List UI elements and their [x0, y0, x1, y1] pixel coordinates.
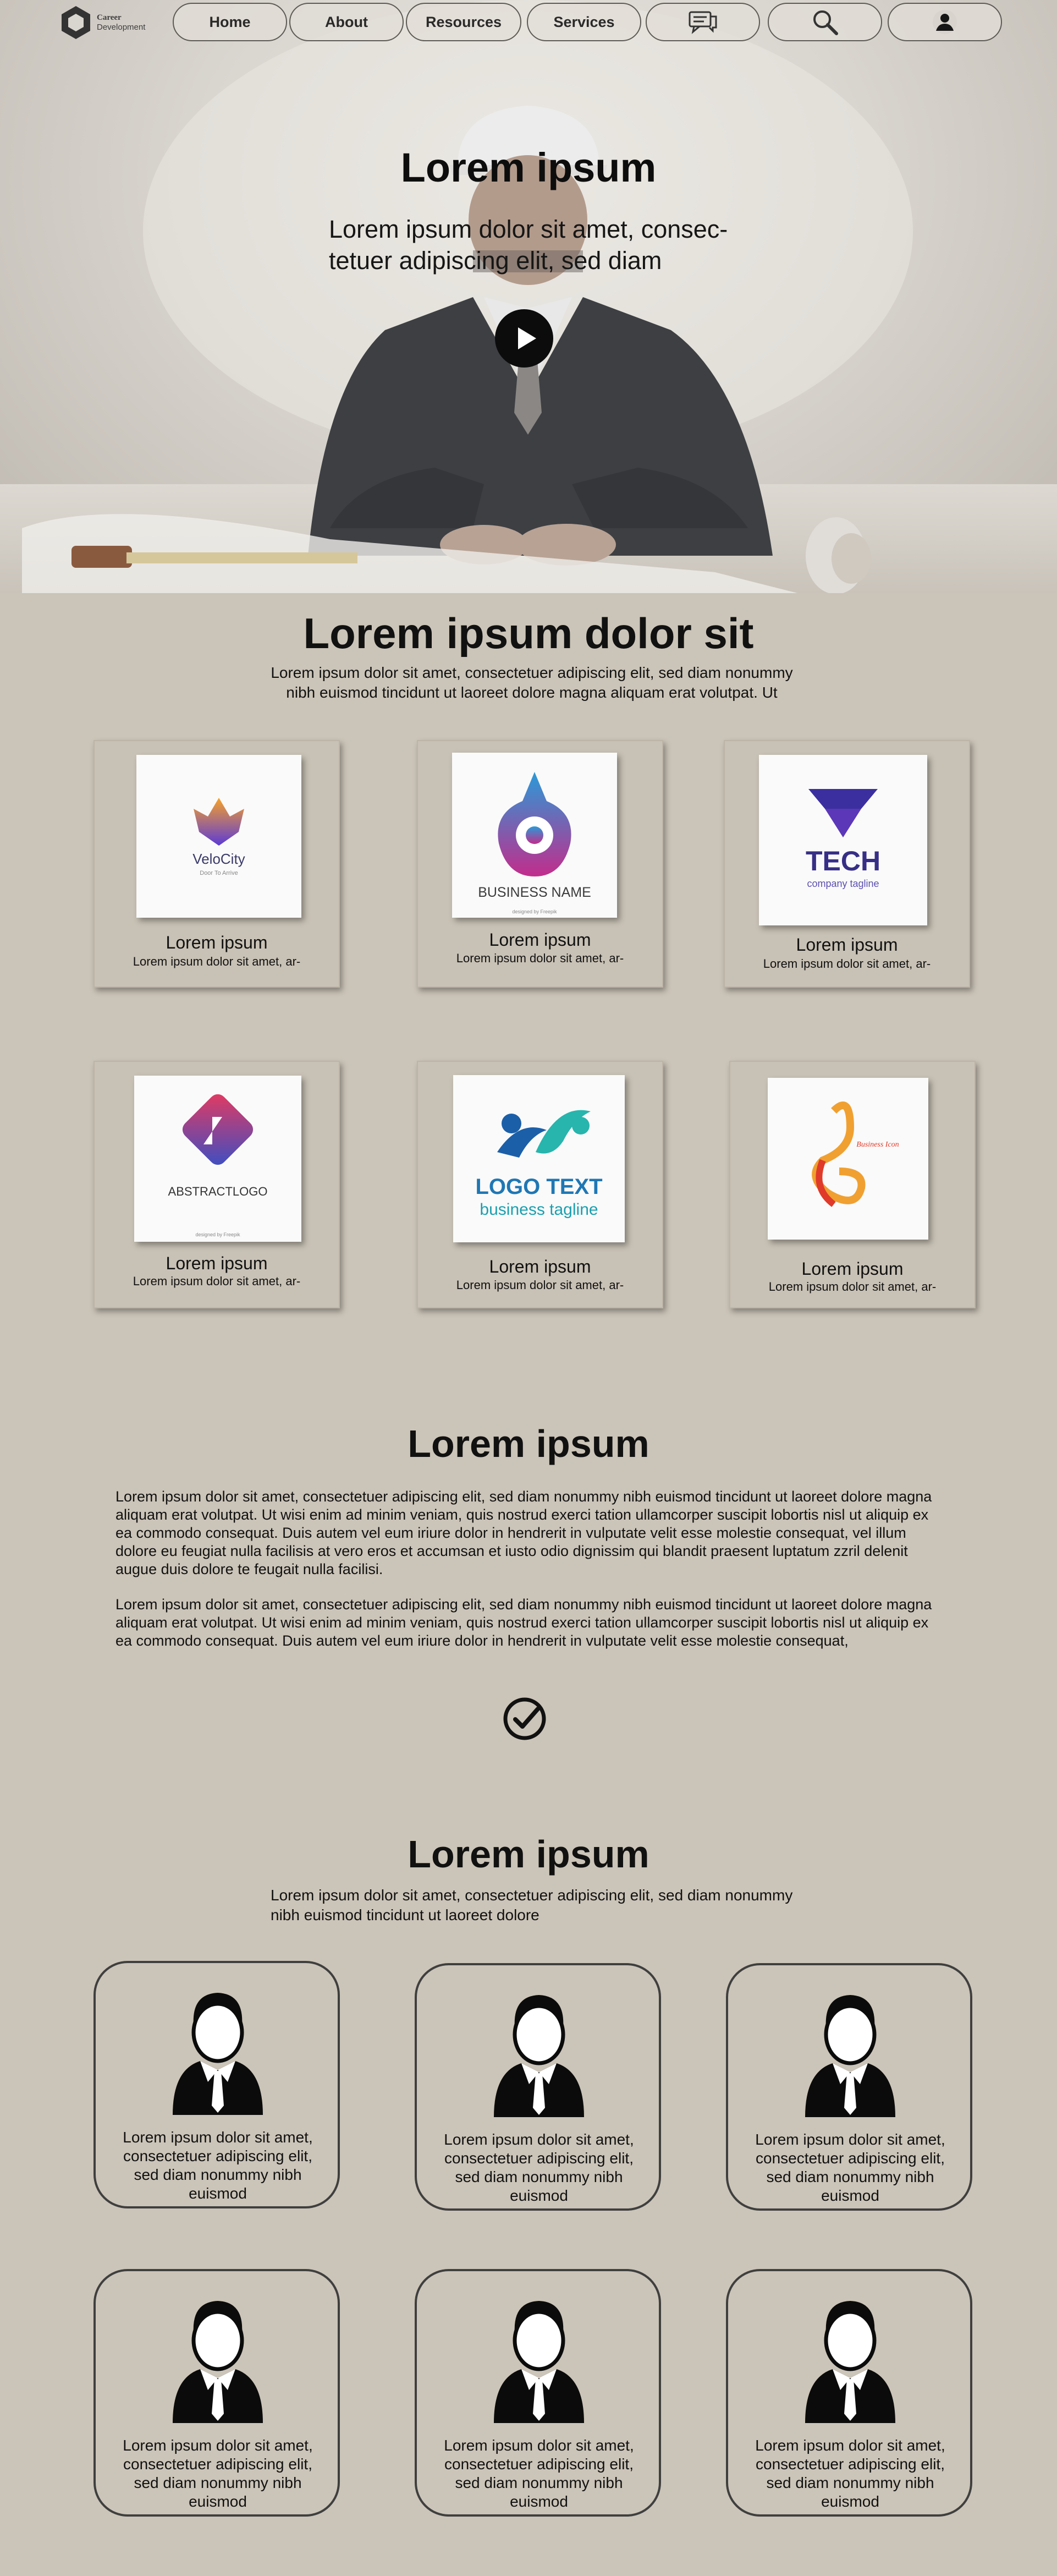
- businessman-avatar-icon: [805, 2301, 895, 2423]
- team-member-description: Lorem ipsum dolor sit amet, consectetuer…: [755, 2437, 945, 2510]
- portfolio-title: Lorem ipsum dolor sit: [303, 609, 754, 657]
- logo-thumbnail-title: VeloCity: [192, 851, 245, 867]
- logo-thumbnail-tagline: designed by Freepik: [512, 909, 557, 914]
- swimmers-logo-icon: LOGO TEXT business tagline: [475, 1110, 603, 1219]
- portfolio-card-tech[interactable]: TECH company tagline Lorem ipsum Lorem i…: [724, 740, 970, 988]
- team-title: Lorem ipsum: [408, 1833, 649, 1876]
- businessman-avatar-icon: [173, 2301, 263, 2423]
- logo-thumbnail-tagline: company tagline: [807, 878, 879, 889]
- logo-thumbnail: BUSINESS NAME designed by Freepik: [452, 753, 617, 918]
- team-member-description: Lorem ipsum dolor sit amet, consectetuer…: [444, 2437, 634, 2510]
- nav-about-button[interactable]: About: [289, 3, 404, 41]
- about-title: Lorem ipsum: [408, 1422, 649, 1465]
- ribbon-logo-icon: Business Icon: [812, 1101, 899, 1207]
- hero-subtitle: Lorem ipsum dolor sit amet, consec­tetue…: [329, 215, 728, 275]
- portfolio-card-abstract-logo[interactable]: ABSTRACTLOGO designed by Freepik Lorem i…: [93, 1061, 340, 1308]
- nav-search-button[interactable]: [768, 3, 882, 41]
- card-text: Lorem ipsum dolor sit amet, ar-: [456, 1278, 624, 1292]
- search-icon: [813, 10, 838, 35]
- logo-thumbnail-tagline: business tagline: [480, 1201, 598, 1219]
- team-member-description: Lorem ipsum dolor sit amet, consectetuer…: [123, 2129, 313, 2202]
- tech-triangle-logo-icon: TECH company tagline: [806, 789, 880, 889]
- portfolio-card-velocity[interactable]: VeloCity Door To Arrive Lorem ipsum Lore…: [93, 740, 340, 988]
- user-icon: [933, 10, 957, 34]
- nav-chat-button[interactable]: [646, 3, 760, 41]
- nav-services-button[interactable]: Services: [527, 3, 641, 41]
- team-member-card[interactable]: Lorem ipsum dolor sit amet, consectetuer…: [93, 1961, 340, 2208]
- logo-thumbnail-tagline: Door To Arrive: [200, 870, 238, 876]
- card-text: Lorem ipsum dolor sit amet, ar-: [133, 1274, 301, 1288]
- logo-thumbnail: LOGO TEXT business tagline: [453, 1075, 625, 1242]
- logo-thumbnail: ABSTRACTLOGO designed by Freepik: [134, 1076, 301, 1242]
- hero-section: Career Development Home About Resources …: [0, 0, 1057, 593]
- businessman-avatar-icon: [173, 1993, 263, 2115]
- hero-background-image: [22, 0, 913, 593]
- team-member-card[interactable]: Lorem ipsum dolor sit amet, consectetuer…: [726, 2269, 972, 2517]
- logo-thumbnail: TECH company tagline: [759, 755, 927, 925]
- team-member-card[interactable]: Lorem ipsum dolor sit amet, consectetuer…: [415, 1963, 661, 2211]
- abstract-diamond-logo-icon: ABSTRACTLOGO designed by Freepik: [168, 1094, 268, 1237]
- card-title: Lorem ipsum: [801, 1259, 904, 1279]
- card-title: Lorem ipsum: [489, 930, 591, 950]
- businessman-avatar-icon: [494, 1995, 584, 2117]
- flame-logo-icon: VeloCity Door To Arrive: [192, 798, 245, 876]
- about-paragraph-1: Lorem ipsum dolor sit amet, consectetuer…: [115, 1488, 932, 1577]
- portfolio-card-logo-text[interactable]: LOGO TEXT business tagline Lorem ipsum L…: [417, 1061, 663, 1308]
- team-member-description: Lorem ipsum dolor sit amet, consectetuer…: [444, 2131, 634, 2204]
- logo-thumbnail-tagline: designed by Freepik: [195, 1232, 240, 1237]
- card-title: Lorem ipsum: [489, 1257, 591, 1276]
- businessman-avatar-icon: [494, 2301, 584, 2423]
- card-text: Lorem ipsum dolor sit amet, ar-: [768, 1280, 937, 1294]
- hero-title: Lorem ipsum: [400, 145, 657, 190]
- card-text: Lorem ipsum dolor sit amet, ar-: [456, 951, 624, 965]
- hexagon-logo-icon: [62, 6, 90, 39]
- chat-icon: [689, 11, 717, 34]
- logo-thumbnail: VeloCity Door To Arrive: [136, 755, 301, 918]
- team-member-card[interactable]: Lorem ipsum dolor sit amet, consectetuer…: [415, 2269, 661, 2517]
- logo-thumbnail-title: LOGO TEXT: [475, 1175, 602, 1199]
- water-drop-logo-icon: BUSINESS NAME designed by Freepik: [478, 772, 591, 914]
- team-member-description: Lorem ipsum dolor sit amet, consectetuer…: [123, 2437, 313, 2510]
- logo-thumbnail-title: BUSINESS NAME: [478, 885, 591, 900]
- logo-thumbnail-title: TECH: [806, 846, 880, 876]
- logo-thumbnail-title: ABSTRACTLOGO: [168, 1185, 268, 1198]
- logo-thumbnail-title: Business Icon: [856, 1141, 899, 1149]
- logo-line-2: Development: [97, 23, 146, 32]
- logo-line-1: Career: [97, 13, 122, 22]
- businessman-avatar-icon: [805, 1995, 895, 2117]
- nav-resources-button[interactable]: Resources: [406, 3, 521, 41]
- team-intro: Lorem ipsum dolor sit amet, consectetuer…: [271, 1887, 793, 1923]
- card-title: Lorem ipsum: [166, 1253, 268, 1273]
- portfolio-card-business-name[interactable]: BUSINESS NAME designed by Freepik Lorem …: [417, 740, 663, 988]
- check-circle-icon[interactable]: [502, 1696, 548, 1742]
- brand-logo[interactable]: Career Development: [59, 4, 145, 41]
- logo-thumbnail: Business Icon: [768, 1078, 928, 1240]
- play-video-button[interactable]: [495, 309, 553, 368]
- portfolio-intro: Lorem ipsum dolor sit amet, consectetuer…: [271, 664, 793, 701]
- nav-home-button[interactable]: Home: [173, 3, 287, 41]
- card-title: Lorem ipsum: [166, 933, 268, 952]
- card-text: Lorem ipsum dolor sit amet, ar-: [133, 955, 301, 968]
- card-text: Lorem ipsum dolor sit amet, ar-: [763, 957, 931, 971]
- about-paragraph-2: Lorem ipsum dolor sit amet, consectetuer…: [115, 1596, 932, 1649]
- portfolio-card-business-icon[interactable]: Business Icon Lorem ipsum Lorem ipsum do…: [729, 1061, 976, 1308]
- team-member-card[interactable]: Lorem ipsum dolor sit amet, consectetuer…: [726, 1963, 972, 2211]
- team-member-description: Lorem ipsum dolor sit amet, consectetuer…: [755, 2131, 945, 2204]
- card-title: Lorem ipsum: [796, 935, 898, 955]
- nav-profile-button[interactable]: [888, 3, 1002, 41]
- top-navigation: Career Development Home About Resources …: [0, 0, 1057, 45]
- team-member-card[interactable]: Lorem ipsum dolor sit amet, consectetuer…: [93, 2269, 340, 2517]
